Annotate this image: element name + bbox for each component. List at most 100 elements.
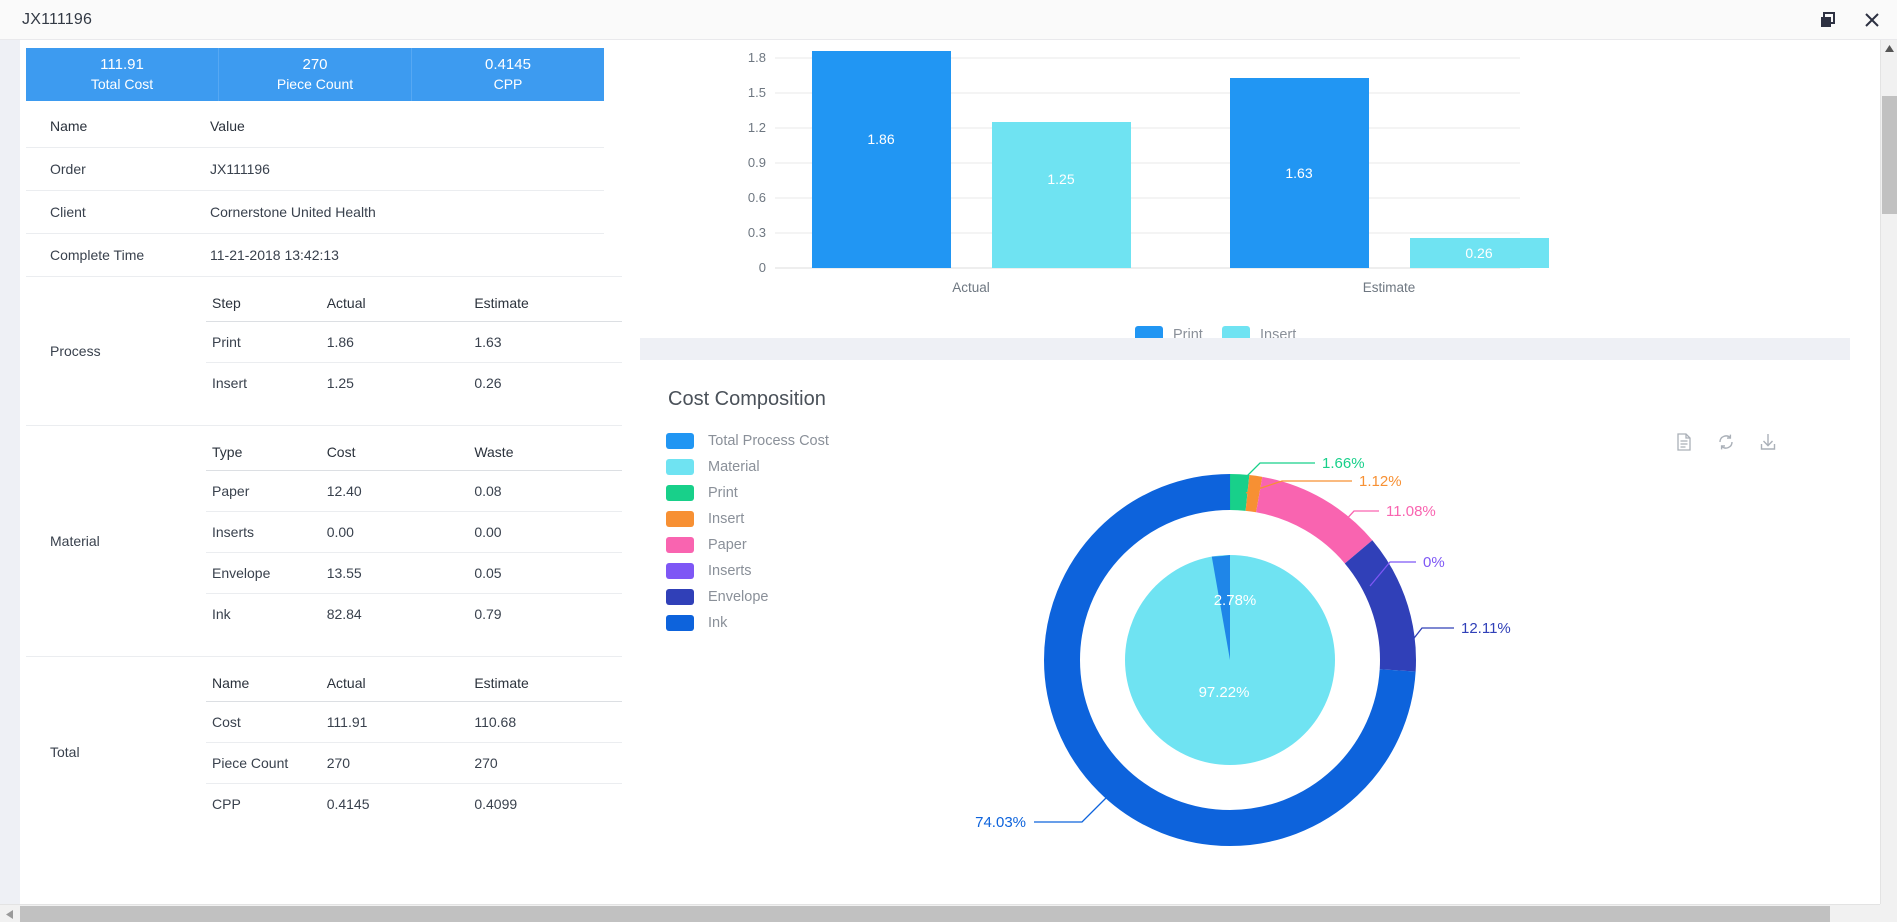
bar-label: 1.25	[1047, 171, 1074, 187]
process-cell: 1.25	[326, 362, 475, 403]
donut-label-envelope: 12.11%	[1461, 620, 1511, 637]
window-titlebar: JX111196	[0, 0, 1897, 40]
detail-value-complete-time: 11-21-2018 13:42:13	[210, 247, 339, 263]
stat-cpp-label: CPP	[493, 76, 523, 92]
table-row: Ink 82.84 0.79	[206, 593, 622, 634]
bar-chart-y-axis: 1.8 1.5 1.2 0.9 0.6 0.3 0	[748, 50, 766, 275]
process-table-body: Print 1.86 1.63 Insert 1.25 0.26	[206, 322, 622, 403]
legend-item-inserts[interactable]: Inserts	[666, 562, 829, 579]
bar-print-actual[interactable]	[812, 51, 951, 268]
close-window-button[interactable]	[1861, 9, 1883, 31]
table-row: Order JX111196	[26, 147, 604, 191]
total-cell: 0.4099	[474, 783, 622, 824]
y-tick: 0	[759, 260, 766, 275]
vertical-scroll-thumb[interactable]	[1882, 96, 1897, 214]
bar-label: 0.26	[1465, 245, 1492, 261]
legend-item-ink[interactable]: Ink	[666, 614, 829, 631]
material-cell: 82.84	[326, 593, 475, 634]
process-header-actual: Actual	[326, 287, 475, 322]
horizontal-scrollbar[interactable]	[0, 904, 1897, 922]
close-icon	[1865, 13, 1879, 27]
donut-label-paper: 11.08%	[1386, 503, 1436, 520]
detail-name-client: Client	[50, 204, 86, 220]
cost-composition-card: Cost Composition Total Process Cost Mate…	[640, 360, 1830, 900]
legend-item-material[interactable]: Material	[666, 458, 829, 475]
y-tick: 1.2	[748, 120, 766, 135]
stat-total-cost-label: Total Cost	[90, 76, 154, 92]
process-bar-chart[interactable]: 1.8 1.5 1.2 0.9 0.6 0.3 0 1.86 1.25 1.63…	[640, 40, 1830, 338]
x-tick: Actual	[952, 280, 990, 295]
y-tick: 0.6	[748, 190, 766, 205]
legend-item-insert[interactable]: Insert	[666, 510, 829, 527]
restore-icon	[1821, 12, 1835, 27]
content-viewport: 111.91 Total Cost 270 Piece Count 0.4145…	[0, 40, 1880, 904]
details-table-head: Name Value	[26, 101, 604, 148]
material-group-label: Material	[50, 533, 100, 549]
legend-item-label: Inserts	[708, 562, 752, 579]
table-row: Print 1.86 1.63	[206, 322, 622, 363]
total-cell: 111.91	[326, 714, 368, 730]
donut-chart-svg[interactable]: 1.66% 1.12% 11.08% 0% 12.11% 74.03% 2.78…	[930, 390, 1790, 890]
table-row: Envelope 13.55 0.05	[206, 552, 622, 594]
legend-item-paper[interactable]: Paper	[666, 536, 829, 553]
details-header-row: Name Value	[26, 101, 604, 148]
material-table-body: Paper 12.40 0.08 Inserts 0.00 0.00 Envel…	[206, 471, 622, 634]
material-cell: Ink	[206, 593, 327, 634]
material-cell: 0.08	[474, 483, 502, 499]
bar-insert-actual[interactable]	[992, 122, 1131, 268]
material-header-waste: Waste	[474, 436, 622, 471]
table-row: Insert 1.25 0.26	[206, 362, 622, 403]
legend-swatch-insert[interactable]	[1222, 326, 1250, 338]
order-details-panel: 111.91 Total Cost 270 Piece Count 0.4145…	[26, 48, 622, 846]
total-cell: 110.68	[474, 714, 517, 730]
bar-label: 1.63	[1285, 165, 1312, 181]
details-table: Name Value Order JX111196 Client Corners…	[26, 101, 604, 276]
leader-line-ink	[1034, 797, 1107, 823]
table-row: CPP 0.4145 0.4099	[206, 783, 622, 824]
material-cell: 0.00	[474, 511, 622, 553]
material-cell: 0.79	[474, 593, 622, 634]
donut-label-insert: 1.12%	[1359, 473, 1402, 490]
table-row: Complete Time 11-21-2018 13:42:13	[26, 233, 604, 277]
legend-swatch-icon	[666, 484, 694, 501]
window-controls	[1817, 0, 1883, 40]
total-group: Total Name Actual Estimate Cost 111.91 1…	[26, 656, 622, 846]
restore-window-button[interactable]	[1817, 9, 1839, 31]
material-cell: 0.05	[474, 552, 622, 594]
legend-item-label: Ink	[708, 614, 728, 631]
bar-chart-x-axis: Actual Estimate	[952, 280, 1415, 295]
pie-label-material: 97.22%	[1199, 684, 1250, 701]
total-table-head: Name Actual Estimate	[206, 667, 622, 702]
material-cell: 13.55	[326, 552, 475, 594]
vertical-scrollbar[interactable]	[1880, 40, 1897, 904]
horizontal-scroll-thumb[interactable]	[20, 906, 1830, 922]
donut-label-print: 1.66%	[1322, 455, 1365, 472]
legend-item-print[interactable]: Print	[666, 484, 829, 501]
stat-piece-count-value: 270	[302, 56, 328, 73]
material-cell: Envelope	[206, 552, 327, 594]
material-header-row: Type Cost Waste	[206, 436, 622, 471]
legend-label-insert: Insert	[1260, 327, 1296, 338]
legend-swatch-print[interactable]	[1135, 326, 1163, 338]
detail-value-client: Cornerstone United Health	[210, 204, 376, 220]
scroll-left-arrow-icon[interactable]	[0, 905, 18, 922]
bar-label: 1.86	[867, 131, 894, 147]
bar-chart-legend[interactable]: Print Insert	[1135, 326, 1296, 338]
material-cell: 12.40	[326, 483, 362, 499]
bar-data-labels: 1.86 1.25 1.63 0.26	[867, 131, 1492, 261]
total-table: Name Actual Estimate Cost 111.91 110.68 …	[206, 667, 622, 824]
legend-item-envelope[interactable]: Envelope	[666, 588, 829, 605]
charts-column: 1.8 1.5 1.2 0.9 0.6 0.3 0 1.86 1.25 1.63…	[640, 40, 1850, 900]
process-group-label: Process	[50, 343, 101, 359]
total-cell: 0.4145	[326, 783, 475, 824]
stat-cpp-value: 0.4145	[485, 56, 531, 73]
stat-total-cost-value: 111.91	[100, 56, 144, 73]
legend-swatch-icon	[666, 432, 694, 449]
legend-swatch-icon	[666, 588, 694, 605]
process-comparison-card: 1.8 1.5 1.2 0.9 0.6 0.3 0 1.86 1.25 1.63…	[640, 40, 1830, 338]
legend-item-total-process-cost[interactable]: Total Process Cost	[666, 432, 829, 449]
table-row: Paper 12.40 0.08	[206, 471, 622, 512]
scroll-up-arrow-icon[interactable]	[1881, 40, 1897, 57]
legend-item-label: Print	[708, 484, 738, 501]
legend-item-label: Material	[708, 458, 760, 475]
